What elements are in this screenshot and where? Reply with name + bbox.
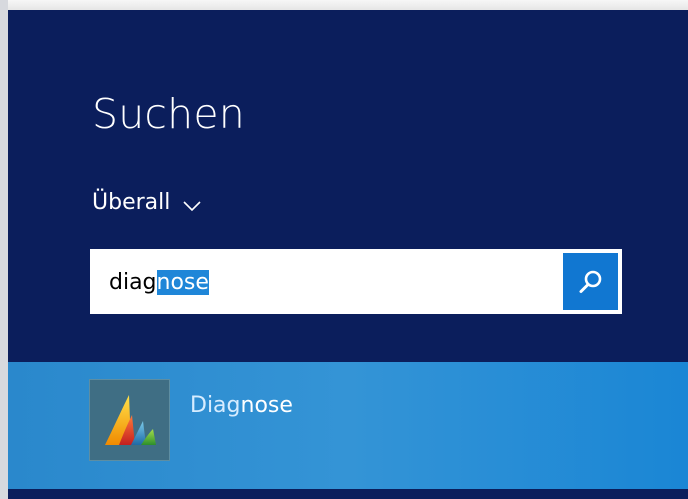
window-frame: Suchen Überall diagnose Diagnose (0, 0, 688, 499)
result-label-match: Diag (190, 393, 241, 418)
search-icon (579, 270, 601, 293)
dynamics-app-icon (104, 395, 156, 445)
top-edge (0, 0, 688, 10)
search-charm-panel: Suchen Überall diagnose Diagnose (8, 10, 688, 499)
search-scope-dropdown[interactable]: Überall (92, 186, 202, 220)
result-label-rest: nose (240, 393, 293, 418)
search-typed-text: diag (109, 270, 157, 295)
search-button[interactable] (563, 253, 618, 310)
panel-title: Suchen (92, 90, 245, 138)
search-scope-label: Überall (92, 190, 171, 215)
search-result-item[interactable]: Diagnose (8, 362, 688, 489)
search-result-label: Diagnose (190, 389, 293, 423)
search-input[interactable]: diagnose (90, 249, 622, 314)
chevron-down-icon (183, 201, 201, 212)
left-edge (0, 0, 8, 499)
search-input-value[interactable]: diagnose (109, 266, 209, 300)
app-tile (89, 379, 170, 461)
search-autocomplete-selection: nose (156, 270, 209, 295)
